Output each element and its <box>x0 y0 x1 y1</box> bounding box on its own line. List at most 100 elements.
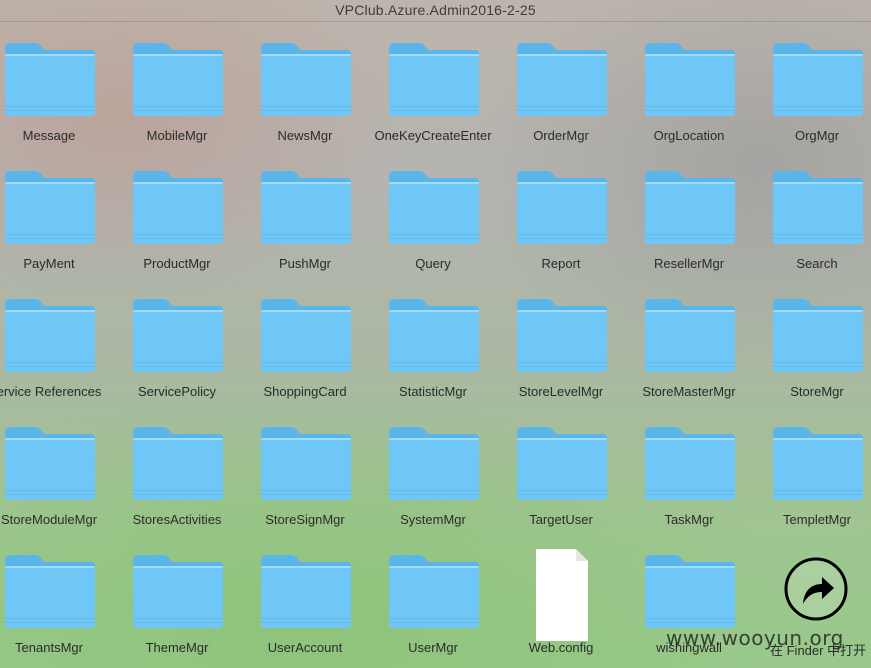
item-label: StoresActivities <box>132 512 222 527</box>
folder-item[interactable]: StoreSignMgr <box>241 424 369 548</box>
item-label: ServicePolicy <box>137 384 217 399</box>
folder-item[interactable]: StatisticMgr <box>369 296 497 420</box>
folder-icon <box>3 168 97 246</box>
item-label: PushMgr <box>278 256 332 271</box>
item-label: NewsMgr <box>277 128 333 143</box>
folder-item[interactable]: Query <box>369 168 497 292</box>
folder-icon <box>771 168 865 246</box>
folder-item[interactable]: Search <box>753 168 871 292</box>
folder-item[interactable]: UserMgr <box>369 552 497 668</box>
folder-item[interactable]: OneKeyCreateEnter <box>369 40 497 164</box>
folder-icon <box>259 40 353 118</box>
open-in-finder-button[interactable] <box>784 557 848 621</box>
folder-icon <box>3 424 97 502</box>
folder-item[interactable]: TempletMgr <box>753 424 871 548</box>
folder-icon <box>387 296 481 374</box>
folder-icon <box>131 40 225 118</box>
item-label: MobileMgr <box>146 128 208 143</box>
folder-icon <box>771 40 865 118</box>
folder-icon <box>3 40 97 118</box>
folder-item[interactable]: TargetUser <box>497 424 625 548</box>
folder-icon <box>131 296 225 374</box>
folder-icon <box>259 296 353 374</box>
folder-icon <box>387 168 481 246</box>
folder-item[interactable]: SystemMgr <box>369 424 497 548</box>
folder-item[interactable]: ResellerMgr <box>625 168 753 292</box>
item-label: ThemeMgr <box>145 640 209 655</box>
folder-icon <box>643 552 737 630</box>
folder-item[interactable]: PayMent <box>0 168 113 292</box>
item-label: OrgMgr <box>794 128 840 143</box>
document-icon <box>515 549 609 646</box>
item-label: StoreMgr <box>790 384 844 399</box>
folder-icon <box>643 168 737 246</box>
folder-icon <box>259 552 353 630</box>
folder-item[interactable]: StoreModuleMgr <box>0 424 113 548</box>
folder-item[interactable]: TenantsMgr <box>0 552 113 668</box>
folder-item[interactable]: StoresActivities <box>113 424 241 548</box>
folder-item[interactable]: Report <box>497 168 625 292</box>
item-label: SystemMgr <box>400 512 466 527</box>
file-grid: Message MobileMgr NewsMgr OneKeyCreateEnter… <box>0 0 871 668</box>
item-label: Search <box>796 256 838 271</box>
item-label: Query <box>415 256 451 271</box>
folder-item[interactable]: OrderMgr <box>497 40 625 164</box>
item-label: OrgLocation <box>653 128 725 143</box>
folder-icon <box>387 40 481 118</box>
folder-icon <box>3 552 97 630</box>
folder-item[interactable]: MobileMgr <box>113 40 241 164</box>
item-label: OneKeyCreateEnter <box>374 128 492 143</box>
file-item[interactable]: Web.config <box>497 549 625 668</box>
item-label: TempletMgr <box>783 512 851 527</box>
folder-icon <box>643 40 737 118</box>
folder-icon <box>515 40 609 118</box>
item-label: StoreSignMgr <box>265 512 345 527</box>
folder-item[interactable]: PushMgr <box>241 168 369 292</box>
item-label: StoreMasterMgr <box>642 384 736 399</box>
folder-icon <box>131 168 225 246</box>
folder-item[interactable]: NewsMgr <box>241 40 369 164</box>
item-label: OrderMgr <box>533 128 589 143</box>
item-label: ProductMgr <box>143 256 211 271</box>
folder-item[interactable]: ervice References <box>0 296 113 420</box>
item-label: ShoppingCard <box>263 384 347 399</box>
folder-icon <box>771 296 865 374</box>
folder-icon <box>643 424 737 502</box>
folder-item[interactable]: TaskMgr <box>625 424 753 548</box>
folder-item[interactable]: Message <box>0 40 113 164</box>
folder-icon <box>515 296 609 374</box>
folder-item[interactable]: StoreLevelMgr <box>497 296 625 420</box>
item-label: UserMgr <box>408 640 458 655</box>
item-label: StatisticMgr <box>399 384 467 399</box>
folder-icon <box>131 552 225 630</box>
folder-item[interactable]: ProductMgr <box>113 168 241 292</box>
folder-item[interactable]: StoreMgr <box>753 296 871 420</box>
item-label: UserAccount <box>267 640 343 655</box>
watermark: www.wooyun.org <box>666 626 844 650</box>
item-label: TaskMgr <box>664 512 714 527</box>
folder-icon <box>643 296 737 374</box>
folder-item[interactable]: ThemeMgr <box>113 552 241 668</box>
folder-icon <box>259 424 353 502</box>
item-label: Report <box>541 256 581 271</box>
folder-icon <box>515 424 609 502</box>
folder-item[interactable]: StoreMasterMgr <box>625 296 753 420</box>
folder-item[interactable]: OrgLocation <box>625 40 753 164</box>
folder-icon <box>131 424 225 502</box>
folder-icon <box>515 168 609 246</box>
folder-icon <box>3 296 97 374</box>
folder-item[interactable]: wishingwall <box>625 552 753 668</box>
folder-item[interactable]: ServicePolicy <box>113 296 241 420</box>
item-label: Web.config <box>528 640 594 655</box>
item-label: StoreLevelMgr <box>518 384 604 399</box>
folder-item[interactable]: UserAccount <box>241 552 369 668</box>
item-label: ResellerMgr <box>653 256 725 271</box>
share-arrow-icon <box>784 557 848 621</box>
folder-item[interactable]: ShoppingCard <box>241 296 369 420</box>
item-label: TargetUser <box>529 512 593 527</box>
folder-icon <box>259 168 353 246</box>
folder-item[interactable]: OrgMgr <box>753 40 871 164</box>
folder-icon <box>387 552 481 630</box>
folder-icon <box>387 424 481 502</box>
folder-icon <box>771 424 865 502</box>
